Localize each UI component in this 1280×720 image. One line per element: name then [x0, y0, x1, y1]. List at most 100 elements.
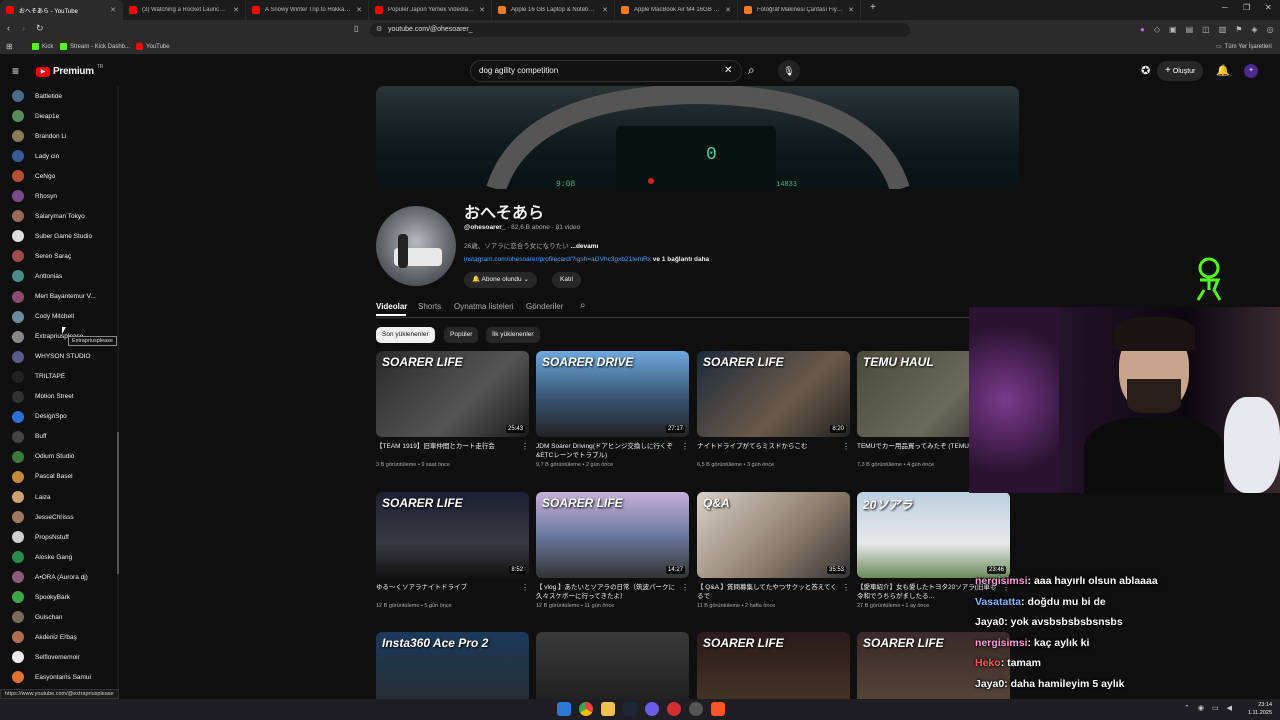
- subscribed-button[interactable]: 🔔 Abone olundu ⌄: [464, 272, 537, 288]
- more-options-icon[interactable]: ⋮: [842, 583, 850, 592]
- youtube-logo[interactable]: ▶ Premium TR: [36, 64, 103, 77]
- clear-search-icon[interactable]: ✕: [724, 65, 732, 76]
- sidebar-subscription-item[interactable]: Laiza: [12, 489, 51, 505]
- search-icon[interactable]: ⌕: [748, 63, 755, 78]
- chip-popular[interactable]: Popüler: [444, 327, 479, 343]
- sidebar-subscription-item[interactable]: Aloske Gang: [12, 549, 72, 565]
- sidebar-subscription-item[interactable]: Rhosyn: [12, 188, 57, 204]
- all-bookmarks[interactable]: ▭ Tüm Yer İşaretleri: [1216, 43, 1272, 51]
- sidebar-subscription-item[interactable]: Buff: [12, 429, 46, 445]
- close-tab-icon[interactable]: ✕: [848, 6, 854, 14]
- volume-icon[interactable]: ◀: [1227, 704, 1232, 712]
- browser-tab[interactable]: おへそあら - YouTube ✕: [0, 0, 123, 20]
- maximize-icon[interactable]: ❐: [1243, 3, 1250, 12]
- sidebar-scrollbar[interactable]: [117, 86, 119, 698]
- close-tab-icon[interactable]: ✕: [725, 6, 731, 14]
- extension-icon[interactable]: ◇: [1154, 25, 1160, 34]
- close-tab-icon[interactable]: ✕: [233, 6, 239, 14]
- video-thumbnail[interactable]: SOARER DRIVE 27:17: [536, 351, 689, 437]
- video-thumbnail[interactable]: SOARER LIFE 8:20: [697, 351, 850, 437]
- sidebar-subscription-item[interactable]: Suber Game Studio: [12, 228, 92, 244]
- mic-icon[interactable]: ◉: [1198, 704, 1204, 712]
- sidebar-subscription-item[interactable]: WHYSON STUDIO: [12, 349, 91, 365]
- video-title[interactable]: ナイトドライブがてらミスドからこむ: [697, 442, 839, 460]
- browser-tab[interactable]: Fotoğraf Makinesi Çantası Fiyatları, I✕: [738, 0, 861, 20]
- video-thumbnail[interactable]: SOARER LIFE 8:52: [376, 492, 529, 578]
- browser-tab[interactable]: Popüler Japon Yemek Videoları Top ✕: [369, 0, 492, 20]
- video-title[interactable]: 【TEAM 1919】旧車仲間とカート走行会: [376, 442, 518, 460]
- sidebar-subscription-item[interactable]: A•ORA (Aurora dj): [12, 569, 88, 585]
- sidebar-subscription-item[interactable]: Seren Saraç: [12, 248, 71, 264]
- forward-icon[interactable]: ›: [22, 23, 25, 33]
- extension-icon[interactable]: ◫: [1202, 25, 1210, 34]
- browser-tab[interactable]: Apple 16 GB Laptop & Notebook ve ✕: [492, 0, 615, 20]
- network-icon[interactable]: ▭: [1212, 704, 1219, 712]
- channel-description[interactable]: 26歳、ソアラに恋合う女になりたい ...devamı: [464, 240, 598, 250]
- video-card[interactable]: 20ソアラ 23:46 【愛車紹介】女も愛したトヨタ20ソアラ(旧車も令和でうちらが…: [857, 492, 1010, 609]
- search-input[interactable]: dog agility competition: [470, 60, 742, 82]
- video-card[interactable]: SOARER LIFE 8:52 ゆる〜くソアラナイトドライブ ⋮ 12 B görün…: [376, 492, 529, 609]
- extension-icon[interactable]: ⚑: [1235, 25, 1242, 34]
- video-card[interactable]: SOARER LIFE 8:20 ナイトドライブがてらミスドからこむ ⋮ 6,5 B g…: [697, 351, 850, 468]
- cast-icon[interactable]: ✪: [1141, 64, 1150, 77]
- tab-posts[interactable]: Gönderiler: [526, 302, 563, 311]
- new-tab-icon[interactable]: +: [870, 2, 876, 13]
- apps-grid-icon[interactable]: ⊞: [6, 42, 13, 51]
- video-card[interactable]: SOARER DRIVE 27:17 JDM Soarer Driving(ドアヒン…: [536, 351, 689, 468]
- sidebar-subscription-item[interactable]: Mert Bayantemur V...: [12, 289, 96, 305]
- chrome-icon[interactable]: [579, 702, 593, 716]
- close-tab-icon[interactable]: ✕: [602, 6, 608, 14]
- obs-icon[interactable]: [689, 702, 703, 716]
- close-window-icon[interactable]: ✕: [1265, 3, 1272, 12]
- video-thumbnail[interactable]: SOARER LIFE 14:27: [536, 492, 689, 578]
- extension-icon[interactable]: ●: [1140, 25, 1145, 34]
- brave-icon[interactable]: [711, 702, 725, 716]
- sidebar-subscription-item[interactable]: PropsNstuff: [12, 529, 69, 545]
- sidebar-subscription-item[interactable]: Salaryman Tokyo: [12, 208, 85, 224]
- chip-latest[interactable]: Son yüklenenler: [376, 327, 435, 343]
- extension-icon[interactable]: ▥: [1219, 25, 1227, 34]
- voice-search-icon[interactable]: 🎙: [778, 60, 800, 82]
- url-input[interactable]: youtube.com/@ohesoarer_: [370, 23, 910, 37]
- sidebar-subscription-item[interactable]: Easyontams Samui: [12, 669, 91, 685]
- close-tab-icon[interactable]: ✕: [356, 6, 362, 14]
- video-title[interactable]: 【 Q&A 】質問募集してたやつサクッと答えてくるで: [697, 583, 839, 601]
- bookmark-stream-dashboard[interactable]: Stream - Kick Dashb...: [60, 43, 130, 50]
- sidebar-subscription-item[interactable]: Gulschan: [12, 609, 62, 625]
- sidebar-subscription-item[interactable]: Selflovememoir: [12, 649, 80, 665]
- video-card[interactable]: SOARER LIFE 25:43 【TEAM 1919】旧車仲間とカート走行会 ⋮ 3…: [376, 351, 529, 468]
- reload-icon[interactable]: ↻: [36, 23, 44, 34]
- bookmark-kick[interactable]: Kick: [32, 43, 53, 50]
- hamburger-menu-icon[interactable]: ≡: [12, 64, 19, 78]
- extension-icon[interactable]: ▤: [1186, 25, 1194, 34]
- clock[interactable]: 23:14 1.11.2025: [1238, 701, 1272, 717]
- start-icon[interactable]: [557, 702, 571, 716]
- extension-icon[interactable]: ◎: [1267, 25, 1274, 34]
- sidebar-subscription-item[interactable]: Lady cin: [12, 148, 59, 164]
- chevron-up-icon[interactable]: ⌃: [1184, 704, 1190, 712]
- video-card[interactable]: Q&A 35:53 【 Q&A 】質問募集してたやつサクッと答えてくるで ⋮ 11 B …: [697, 492, 850, 609]
- more-options-icon[interactable]: ⋮: [521, 583, 529, 592]
- chip-oldest[interactable]: İlk yüklenenler: [486, 327, 540, 343]
- minimize-icon[interactable]: ─: [1222, 3, 1228, 12]
- join-button[interactable]: Katıl: [552, 272, 582, 288]
- sidebar-subscription-item[interactable]: Odium Studio: [12, 449, 74, 465]
- more-options-icon[interactable]: ⋮: [842, 442, 850, 451]
- video-title[interactable]: ゆる〜くソアラナイトドライブ: [376, 583, 518, 601]
- sidebar-subscription-item[interactable]: Pascal Basel: [12, 469, 73, 485]
- video-title[interactable]: JDM Soarer Driving(ドアヒンジ交換しに行くぞ&ETCレーンでト…: [536, 442, 678, 460]
- bookmark-page-icon[interactable]: ▯: [354, 24, 358, 33]
- file-explorer-icon[interactable]: [601, 702, 615, 716]
- close-tab-icon[interactable]: ✕: [479, 6, 485, 14]
- sidebar-subscription-item[interactable]: Battletide: [12, 88, 62, 104]
- channel-link[interactable]: instagram.com/ohesoarer/profilecard/?igs…: [464, 256, 651, 263]
- sidebar-subscription-item[interactable]: SpookyBark: [12, 589, 70, 605]
- create-button[interactable]: + Oluştur: [1157, 61, 1204, 81]
- opera-icon[interactable]: [667, 702, 681, 716]
- more-options-icon[interactable]: ⋮: [521, 442, 529, 451]
- video-thumbnail[interactable]: Q&A 35:53: [697, 492, 850, 578]
- close-tab-icon[interactable]: ✕: [110, 6, 116, 14]
- more-options-icon[interactable]: ⋮: [681, 442, 689, 451]
- sidebar-subscription-item[interactable]: Dieap1e: [12, 108, 59, 124]
- sidebar-subscription-item[interactable]: JesseChrisss: [12, 509, 74, 525]
